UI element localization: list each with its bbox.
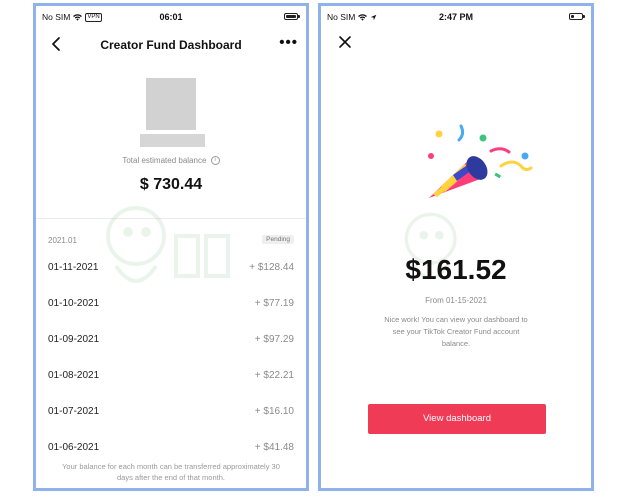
list-item[interactable]: 01-08-2021 + $22.21 bbox=[48, 362, 294, 398]
list-item[interactable]: 01-07-2021 + $16.10 bbox=[48, 398, 294, 434]
list-item[interactable]: 01-10-2021 + $77.19 bbox=[48, 290, 294, 326]
earning-amount: + $128.44 bbox=[249, 262, 294, 273]
battery-icon bbox=[284, 13, 300, 20]
avatar bbox=[146, 78, 196, 130]
status-badge: Pending bbox=[262, 235, 294, 244]
earning-date: 01-07-2021 bbox=[48, 406, 100, 417]
earning-amount: + $77.19 bbox=[254, 298, 294, 309]
status-bar: No SIM VPN 06:01 bbox=[36, 6, 306, 26]
earning-date: 01-10-2021 bbox=[48, 298, 100, 309]
battery-level bbox=[571, 15, 574, 18]
earnings-list: 01-11-2021 + $128.44 01-10-2021 + $77.19… bbox=[48, 254, 294, 470]
party-popper-icon bbox=[428, 124, 533, 198]
list-item[interactable]: 01-09-2021 + $97.29 bbox=[48, 326, 294, 362]
congrats-message: Nice work! You can view your dashboard t… bbox=[384, 315, 528, 348]
payout-celebration-screen: No SIM 2:47 PM $161.52 From 01-15-2021 N… bbox=[318, 3, 594, 491]
earning-date: 01-11-2021 bbox=[48, 262, 99, 273]
creator-fund-dashboard-screen: No SIM VPN 06:01 Creator Fund Dashboard … bbox=[33, 3, 309, 491]
info-icon[interactable]: i bbox=[210, 156, 220, 166]
close-icon[interactable] bbox=[337, 34, 353, 50]
status-time: 06:01 bbox=[159, 12, 183, 22]
period-label: 2021.01 bbox=[48, 236, 77, 245]
view-dashboard-button[interactable]: View dashboard bbox=[368, 404, 546, 434]
nav-bar: Creator Fund Dashboard ••• bbox=[36, 31, 306, 57]
earning-amount: + $41.48 bbox=[254, 442, 294, 453]
page-title: Creator Fund Dashboard bbox=[100, 38, 242, 52]
earning-date: 01-06-2021 bbox=[48, 442, 100, 453]
balance-value: $ 730.44 bbox=[139, 176, 203, 193]
battery-level bbox=[286, 15, 296, 18]
earning-amount: + $97.29 bbox=[254, 334, 294, 345]
payout-amount: $161.52 bbox=[405, 254, 507, 285]
more-options-icon[interactable]: ••• bbox=[279, 35, 298, 50]
username-placeholder bbox=[140, 134, 205, 147]
list-item[interactable]: 01-11-2021 + $128.44 bbox=[48, 254, 294, 290]
battery-icon bbox=[569, 13, 585, 20]
balance-label-row: Total estimated balance i bbox=[36, 156, 306, 166]
balance-label: Total estimated balance bbox=[122, 156, 207, 165]
earning-date: 01-08-2021 bbox=[48, 370, 100, 381]
earning-amount: + $16.10 bbox=[254, 406, 294, 417]
screenshot-canvas: No SIM VPN 06:01 Creator Fund Dashboard … bbox=[0, 0, 630, 497]
payout-date: From 01-15-2021 bbox=[425, 296, 487, 305]
status-bar: No SIM 2:47 PM bbox=[321, 6, 591, 26]
transfer-footnote: Your balance for each month can be trans… bbox=[62, 462, 280, 482]
period-header: 2021.01 Pending bbox=[48, 235, 294, 247]
status-time: 2:47 PM bbox=[438, 12, 473, 22]
earning-date: 01-09-2021 bbox=[48, 334, 100, 345]
earning-amount: + $22.21 bbox=[254, 370, 294, 381]
